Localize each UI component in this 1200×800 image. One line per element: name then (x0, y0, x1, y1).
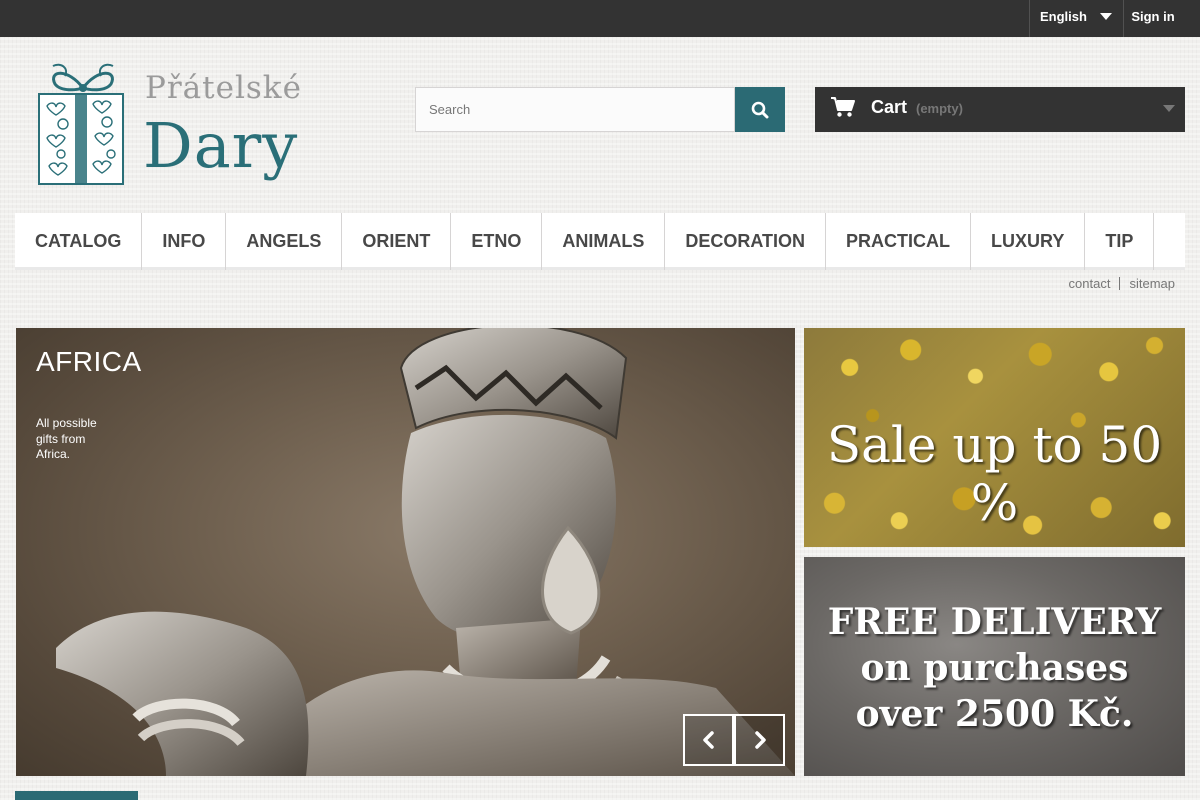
contact-link[interactable]: contact (1069, 276, 1111, 291)
cart-status: (empty) (916, 101, 963, 116)
delivery-text-line2: on purchases (860, 647, 1129, 689)
utility-links: contact sitemap (1069, 276, 1175, 291)
search-icon (751, 101, 769, 118)
menu-item-etno[interactable]: ETNO (451, 213, 543, 270)
section-tab[interactable] (15, 791, 138, 800)
slide-image (56, 328, 795, 776)
cart-block[interactable]: Cart (empty) (815, 87, 1185, 132)
chevron-down-icon (1100, 13, 1112, 20)
search-button[interactable] (735, 87, 785, 132)
cart-label: Cart (871, 97, 908, 117)
menu-item-tip[interactable]: TIP (1085, 213, 1155, 270)
sign-in-link[interactable]: Sign in (1124, 0, 1182, 37)
language-label: English (1040, 9, 1087, 24)
slider-next-button[interactable] (734, 714, 785, 766)
slider-prev-button[interactable] (683, 714, 734, 766)
logo-text-secondary: Dary (143, 109, 299, 182)
delivery-text-line1: FREE DELIVERY (827, 601, 1162, 643)
site-logo[interactable]: Přátelské Dary (33, 58, 303, 190)
free-delivery-banner[interactable]: FREE DELIVERY on purchases over 2500 Kč. (804, 557, 1185, 776)
menu-item-angels[interactable]: ANGELS (226, 213, 343, 270)
logo-text-primary: Přátelské (145, 70, 302, 106)
homepage-slider: AFRICA All possible gifts from Africa. (16, 328, 795, 776)
menu-item-animals[interactable]: ANIMALS (542, 213, 666, 270)
menu-item-info[interactable]: INFO (142, 213, 227, 270)
sale-banner-text: Sale up to 50 % (826, 416, 1163, 532)
slide-title: AFRICA (36, 346, 142, 377)
menu-item-decoration[interactable]: DECORATION (665, 213, 827, 270)
gift-box-icon (38, 63, 124, 185)
menu-item-practical[interactable]: PRACTICAL (826, 213, 972, 270)
sale-banner[interactable]: Sale up to 50 % (804, 328, 1185, 547)
menu-item-luxury[interactable]: LUXURY (971, 213, 1086, 270)
chevron-down-icon (1163, 105, 1175, 112)
chevron-right-icon (754, 731, 766, 749)
menu-item-orient[interactable]: ORIENT (342, 213, 452, 270)
chevron-left-icon (702, 731, 714, 749)
shopping-cart-icon (831, 97, 855, 117)
menu-item-catalog[interactable]: CATALOG (15, 213, 143, 270)
slide-description: All possible gifts from Africa. (36, 416, 97, 461)
divider (1119, 277, 1121, 290)
top-bar: English Sign in (0, 0, 1200, 37)
language-selector[interactable]: English (1029, 0, 1124, 37)
search-input[interactable] (415, 87, 735, 132)
main-menu: CATALOG INFO ANGELS ORIENT ETNO ANIMALS … (15, 213, 1185, 270)
sitemap-link[interactable]: sitemap (1129, 276, 1175, 291)
delivery-text-line3: over 2500 Kč. (855, 693, 1134, 735)
